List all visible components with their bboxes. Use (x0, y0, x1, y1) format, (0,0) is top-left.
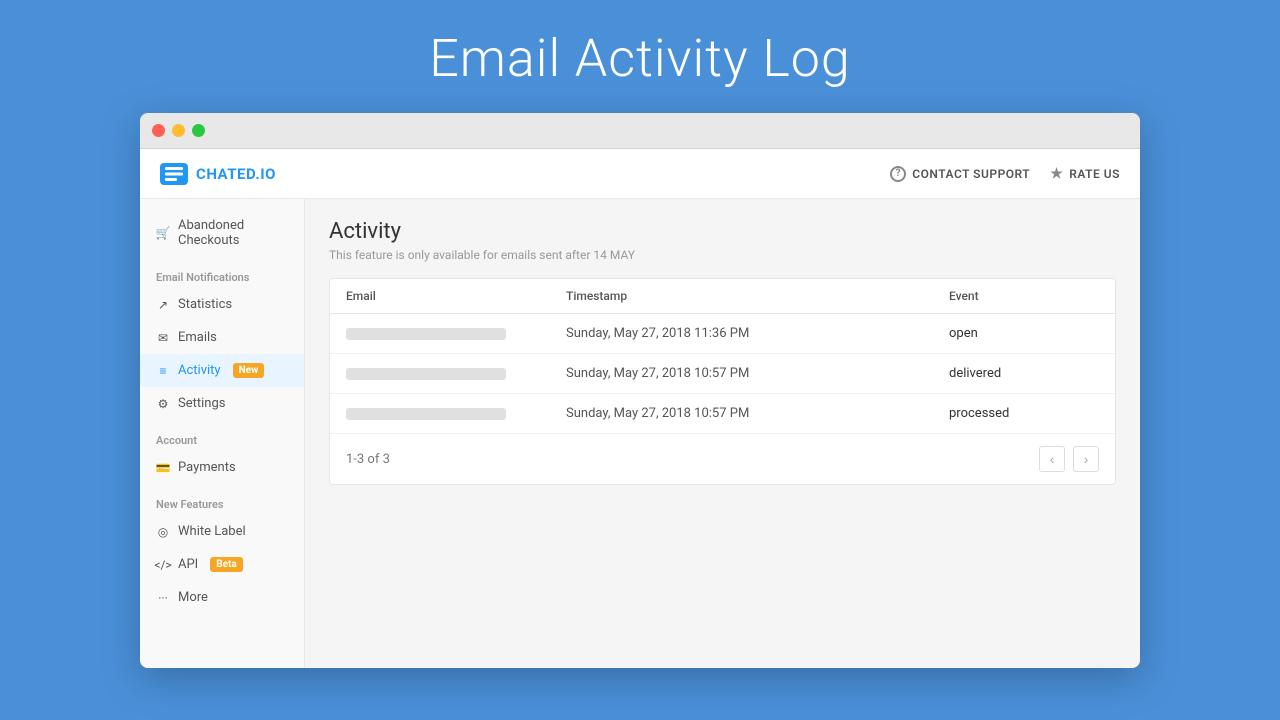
sidebar-item-more[interactable]: ··· More (140, 581, 304, 614)
pagination: 1-3 of 3 ‹ › (330, 434, 1115, 484)
pagination-controls: ‹ › (1039, 446, 1099, 472)
table-row: Sunday, May 27, 2018 10:57 PM processed (330, 394, 1115, 434)
timestamp-cell-2: Sunday, May 27, 2018 10:57 PM (566, 366, 949, 381)
sidebar-label-more: More (178, 590, 208, 605)
question-icon: ? (890, 166, 906, 182)
beta-badge: Beta (210, 557, 243, 572)
maximize-button[interactable] (192, 124, 205, 137)
activity-icon: ≡ (156, 364, 170, 378)
title-bar (140, 113, 1140, 149)
contact-support-label: CONTACT SUPPORT (912, 167, 1030, 181)
sidebar-item-settings[interactable]: ⚙ Settings (140, 387, 304, 420)
chart-icon: ↗ (156, 298, 170, 312)
pagination-info: 1-3 of 3 (346, 452, 390, 467)
sidebar-item-activity[interactable]: ≡ Activity New (140, 354, 304, 387)
cart-icon: 🛒 (156, 226, 170, 240)
sidebar-label-payments: Payments (178, 460, 236, 475)
sidebar-label-statistics: Statistics (178, 297, 232, 312)
rate-us-label: RATE US (1069, 167, 1120, 181)
hero-title: Email Activity Log (429, 0, 851, 113)
table-header: Email Timestamp Event (330, 279, 1115, 314)
col-header-event: Event (949, 289, 1099, 303)
page-subtitle: This feature is only available for email… (329, 248, 1116, 262)
col-header-timestamp: Timestamp (566, 289, 949, 303)
sidebar-label-api: API (178, 557, 198, 572)
main-content: Activity This feature is only available … (305, 199, 1140, 668)
email-placeholder-2 (346, 368, 506, 380)
app-bar-actions: ? CONTACT SUPPORT ★ RATE US (890, 166, 1120, 182)
app-content: 🛒 Abandoned Checkouts Email Notification… (140, 199, 1140, 668)
sidebar-item-white-label[interactable]: ◎ White Label (140, 515, 304, 548)
logo-text: CHATED.IO (196, 165, 276, 183)
table-row: Sunday, May 27, 2018 10:57 PM delivered (330, 354, 1115, 394)
pagination-next-button[interactable]: › (1073, 446, 1099, 472)
email-placeholder-3 (346, 408, 506, 420)
more-icon: ··· (156, 591, 170, 605)
close-button[interactable] (152, 124, 165, 137)
sidebar-item-abandoned-checkouts[interactable]: 🛒 Abandoned Checkouts (140, 209, 304, 257)
star-icon: ★ (1050, 166, 1063, 182)
email-cell-1 (346, 328, 566, 340)
code-icon: </> (156, 558, 170, 572)
event-cell-3: processed (949, 406, 1099, 421)
event-cell-2: delivered (949, 366, 1099, 381)
sidebar-item-emails[interactable]: ✉ Emails (140, 321, 304, 354)
sidebar-label-white-label: White Label (178, 524, 246, 539)
new-badge: New (233, 363, 265, 378)
app-bar: CHATED.IO ? CONTACT SUPPORT ★ RATE US (140, 149, 1140, 199)
timestamp-cell-1: Sunday, May 27, 2018 11:36 PM (566, 326, 949, 341)
table-row: Sunday, May 27, 2018 11:36 PM open (330, 314, 1115, 354)
section-new-features: New Features (140, 484, 304, 515)
activity-table: Email Timestamp Event Sunday, May 27, 20… (329, 278, 1116, 485)
sidebar: 🛒 Abandoned Checkouts Email Notification… (140, 199, 305, 668)
pagination-prev-button[interactable]: ‹ (1039, 446, 1065, 472)
email-placeholder-1 (346, 328, 506, 340)
section-account: Account (140, 420, 304, 451)
page-title: Activity (329, 219, 1116, 244)
sidebar-label-settings: Settings (178, 396, 225, 411)
label-icon: ◎ (156, 525, 170, 539)
email-icon: ✉ (156, 331, 170, 345)
app-window: CHATED.IO ? CONTACT SUPPORT ★ RATE US 🛒 … (140, 113, 1140, 668)
contact-support-button[interactable]: ? CONTACT SUPPORT (890, 166, 1030, 182)
gear-icon: ⚙ (156, 397, 170, 411)
section-email-notifications: Email Notifications (140, 257, 304, 288)
sidebar-item-statistics[interactable]: ↗ Statistics (140, 288, 304, 321)
payment-icon: 💳 (156, 461, 170, 475)
col-header-email: Email (346, 289, 566, 303)
email-cell-2 (346, 368, 566, 380)
event-cell-1: open (949, 326, 1099, 341)
logo: CHATED.IO (160, 163, 276, 185)
sidebar-item-payments[interactable]: 💳 Payments (140, 451, 304, 484)
rate-us-button[interactable]: ★ RATE US (1050, 166, 1120, 182)
minimize-button[interactable] (172, 124, 185, 137)
email-cell-3 (346, 408, 566, 420)
traffic-lights (152, 124, 205, 137)
logo-icon (160, 163, 188, 185)
sidebar-label-emails: Emails (178, 330, 217, 345)
timestamp-cell-3: Sunday, May 27, 2018 10:57 PM (566, 406, 949, 421)
sidebar-label-activity: Activity (178, 363, 221, 378)
sidebar-label-abandoned-checkouts: Abandoned Checkouts (178, 218, 288, 248)
sidebar-item-api[interactable]: </> API Beta (140, 548, 304, 581)
